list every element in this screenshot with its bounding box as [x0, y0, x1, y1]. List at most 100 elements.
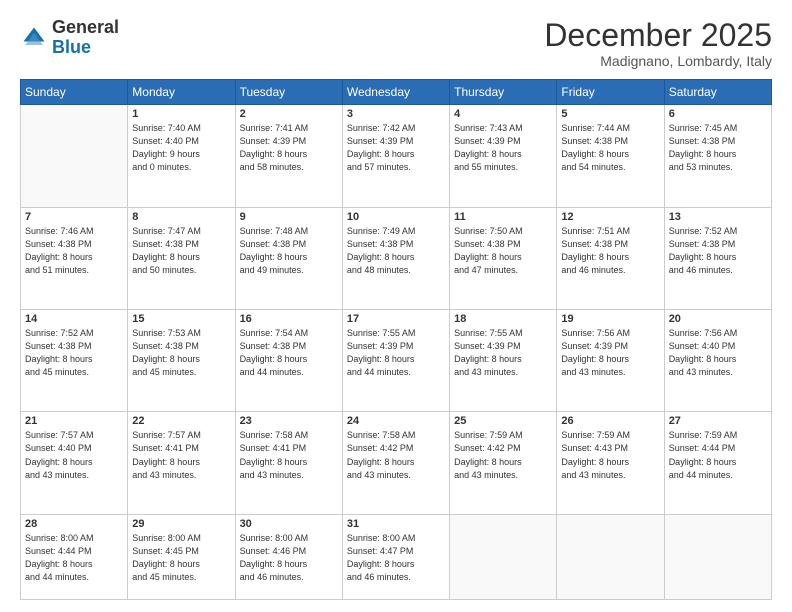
day-info: Sunrise: 7:42 AM Sunset: 4:39 PM Dayligh… [347, 122, 445, 174]
day-number: 12 [561, 211, 659, 223]
page: General Blue December 2025 Madignano, Lo… [0, 0, 792, 612]
calendar-cell: 7Sunrise: 7:46 AM Sunset: 4:38 PM Daylig… [21, 207, 128, 309]
weekday-header-wednesday: Wednesday [342, 80, 449, 105]
day-info: Sunrise: 7:59 AM Sunset: 4:42 PM Dayligh… [454, 429, 552, 481]
day-number: 14 [25, 313, 123, 325]
logo-icon [20, 24, 48, 52]
day-number: 8 [132, 211, 230, 223]
weekday-header-saturday: Saturday [664, 80, 771, 105]
calendar-cell: 11Sunrise: 7:50 AM Sunset: 4:38 PM Dayli… [450, 207, 557, 309]
day-number: 30 [240, 518, 338, 530]
calendar-cell: 5Sunrise: 7:44 AM Sunset: 4:38 PM Daylig… [557, 105, 664, 207]
calendar-cell [664, 514, 771, 599]
day-number: 31 [347, 518, 445, 530]
weekday-header-thursday: Thursday [450, 80, 557, 105]
day-info: Sunrise: 7:49 AM Sunset: 4:38 PM Dayligh… [347, 225, 445, 277]
day-info: Sunrise: 7:58 AM Sunset: 4:41 PM Dayligh… [240, 429, 338, 481]
calendar-table: SundayMondayTuesdayWednesdayThursdayFrid… [20, 79, 772, 600]
calendar-cell: 22 Sunrise: 7:57 AM Sunset: 4:41 PM Dayli… [128, 412, 235, 514]
calendar-cell: 27Sunrise: 7:59 AM Sunset: 4:44 PM Dayli… [664, 412, 771, 514]
week-row-4: 21 Sunrise: 7:57 AM Sunset: 4:40 PM Dayli… [21, 412, 772, 514]
location: Madignano, Lombardy, Italy [544, 53, 772, 69]
calendar-cell: 10 Sunrise: 7:49 AM Sunset: 4:38 PM Dayli… [342, 207, 449, 309]
day-number: 3 [347, 108, 445, 120]
calendar-cell: 2 Sunrise: 7:41 AM Sunset: 4:39 PM Daylig… [235, 105, 342, 207]
day-number: 19 [561, 313, 659, 325]
day-info: Sunrise: 7:45 AM Sunset: 4:38 PM Dayligh… [669, 122, 767, 174]
day-number: 7 [25, 211, 123, 223]
day-number: 24 [347, 415, 445, 427]
month-title: December 2025 [544, 18, 772, 53]
day-info: Sunrise: 7:52 AM Sunset: 4:38 PM Dayligh… [25, 327, 123, 379]
day-info: Sunrise: 7:57 AM Sunset: 4:41 PM Dayligh… [132, 429, 230, 481]
day-info: Sunrise: 7:52 AM Sunset: 4:38 PM Dayligh… [669, 225, 767, 277]
calendar-cell: 28 Sunrise: 8:00 AM Sunset: 4:44 PM Dayli… [21, 514, 128, 599]
day-number: 18 [454, 313, 552, 325]
day-number: 11 [454, 211, 552, 223]
calendar-cell: 4 Sunrise: 7:43 AM Sunset: 4:39 PM Daylig… [450, 105, 557, 207]
day-number: 20 [669, 313, 767, 325]
day-info: Sunrise: 7:41 AM Sunset: 4:39 PM Dayligh… [240, 122, 338, 174]
calendar-cell: 20 Sunrise: 7:56 AM Sunset: 4:40 PM Dayli… [664, 310, 771, 412]
day-info: Sunrise: 7:56 AM Sunset: 4:40 PM Dayligh… [669, 327, 767, 379]
day-number: 2 [240, 108, 338, 120]
day-info: Sunrise: 7:43 AM Sunset: 4:39 PM Dayligh… [454, 122, 552, 174]
calendar-cell: 31 Sunrise: 8:00 AM Sunset: 4:47 PM Dayli… [342, 514, 449, 599]
calendar-cell [450, 514, 557, 599]
day-number: 28 [25, 518, 123, 530]
weekday-header-monday: Monday [128, 80, 235, 105]
calendar-cell: 26Sunrise: 7:59 AM Sunset: 4:43 PM Dayli… [557, 412, 664, 514]
day-number: 9 [240, 211, 338, 223]
day-info: Sunrise: 7:40 AM Sunset: 4:40 PM Dayligh… [132, 122, 230, 174]
day-info: Sunrise: 7:57 AM Sunset: 4:40 PM Dayligh… [25, 429, 123, 481]
calendar-cell: 6 Sunrise: 7:45 AM Sunset: 4:38 PM Daylig… [664, 105, 771, 207]
calendar-cell: 14 Sunrise: 7:52 AM Sunset: 4:38 PM Dayli… [21, 310, 128, 412]
calendar-cell: 12 Sunrise: 7:51 AM Sunset: 4:38 PM Dayli… [557, 207, 664, 309]
day-info: Sunrise: 8:00 AM Sunset: 4:47 PM Dayligh… [347, 532, 445, 584]
day-number: 15 [132, 313, 230, 325]
logo-text: General Blue [52, 18, 119, 58]
day-info: Sunrise: 7:56 AM Sunset: 4:39 PM Dayligh… [561, 327, 659, 379]
calendar-cell [557, 514, 664, 599]
calendar-cell: 24 Sunrise: 7:58 AM Sunset: 4:42 PM Dayli… [342, 412, 449, 514]
day-info: Sunrise: 8:00 AM Sunset: 4:44 PM Dayligh… [25, 532, 123, 584]
calendar-cell: 19 Sunrise: 7:56 AM Sunset: 4:39 PM Dayli… [557, 310, 664, 412]
calendar-cell: 15Sunrise: 7:53 AM Sunset: 4:38 PM Dayli… [128, 310, 235, 412]
calendar-cell: 30 Sunrise: 8:00 AM Sunset: 4:46 PM Dayli… [235, 514, 342, 599]
calendar-cell: 1 Sunrise: 7:40 AM Sunset: 4:40 PM Daylig… [128, 105, 235, 207]
day-info: Sunrise: 8:00 AM Sunset: 4:45 PM Dayligh… [132, 532, 230, 584]
logo-blue-text: Blue [52, 38, 119, 58]
logo-general-text: General [52, 18, 119, 38]
weekday-header-friday: Friday [557, 80, 664, 105]
calendar-cell: 3 Sunrise: 7:42 AM Sunset: 4:39 PM Daylig… [342, 105, 449, 207]
day-info: Sunrise: 7:58 AM Sunset: 4:42 PM Dayligh… [347, 429, 445, 481]
day-info: Sunrise: 7:51 AM Sunset: 4:38 PM Dayligh… [561, 225, 659, 277]
day-info: Sunrise: 7:44 AM Sunset: 4:38 PM Dayligh… [561, 122, 659, 174]
day-info: Sunrise: 7:48 AM Sunset: 4:38 PM Dayligh… [240, 225, 338, 277]
day-info: Sunrise: 7:47 AM Sunset: 4:38 PM Dayligh… [132, 225, 230, 277]
day-number: 1 [132, 108, 230, 120]
week-row-5: 28 Sunrise: 8:00 AM Sunset: 4:44 PM Dayli… [21, 514, 772, 599]
calendar-cell: 23 Sunrise: 7:58 AM Sunset: 4:41 PM Dayli… [235, 412, 342, 514]
day-info: Sunrise: 7:59 AM Sunset: 4:44 PM Dayligh… [669, 429, 767, 481]
week-row-1: 1 Sunrise: 7:40 AM Sunset: 4:40 PM Daylig… [21, 105, 772, 207]
weekday-header-sunday: Sunday [21, 80, 128, 105]
day-number: 10 [347, 211, 445, 223]
day-info: Sunrise: 8:00 AM Sunset: 4:46 PM Dayligh… [240, 532, 338, 584]
day-number: 16 [240, 313, 338, 325]
week-row-2: 7Sunrise: 7:46 AM Sunset: 4:38 PM Daylig… [21, 207, 772, 309]
day-number: 17 [347, 313, 445, 325]
day-number: 21 [25, 415, 123, 427]
calendar-cell: 17Sunrise: 7:55 AM Sunset: 4:39 PM Dayli… [342, 310, 449, 412]
day-number: 29 [132, 518, 230, 530]
weekday-header-tuesday: Tuesday [235, 80, 342, 105]
top-section: General Blue December 2025 Madignano, Lo… [20, 18, 772, 69]
calendar-cell: 25Sunrise: 7:59 AM Sunset: 4:42 PM Dayli… [450, 412, 557, 514]
day-number: 4 [454, 108, 552, 120]
day-number: 23 [240, 415, 338, 427]
day-info: Sunrise: 7:55 AM Sunset: 4:39 PM Dayligh… [454, 327, 552, 379]
day-info: Sunrise: 7:54 AM Sunset: 4:38 PM Dayligh… [240, 327, 338, 379]
day-number: 22 [132, 415, 230, 427]
day-number: 6 [669, 108, 767, 120]
day-number: 26 [561, 415, 659, 427]
